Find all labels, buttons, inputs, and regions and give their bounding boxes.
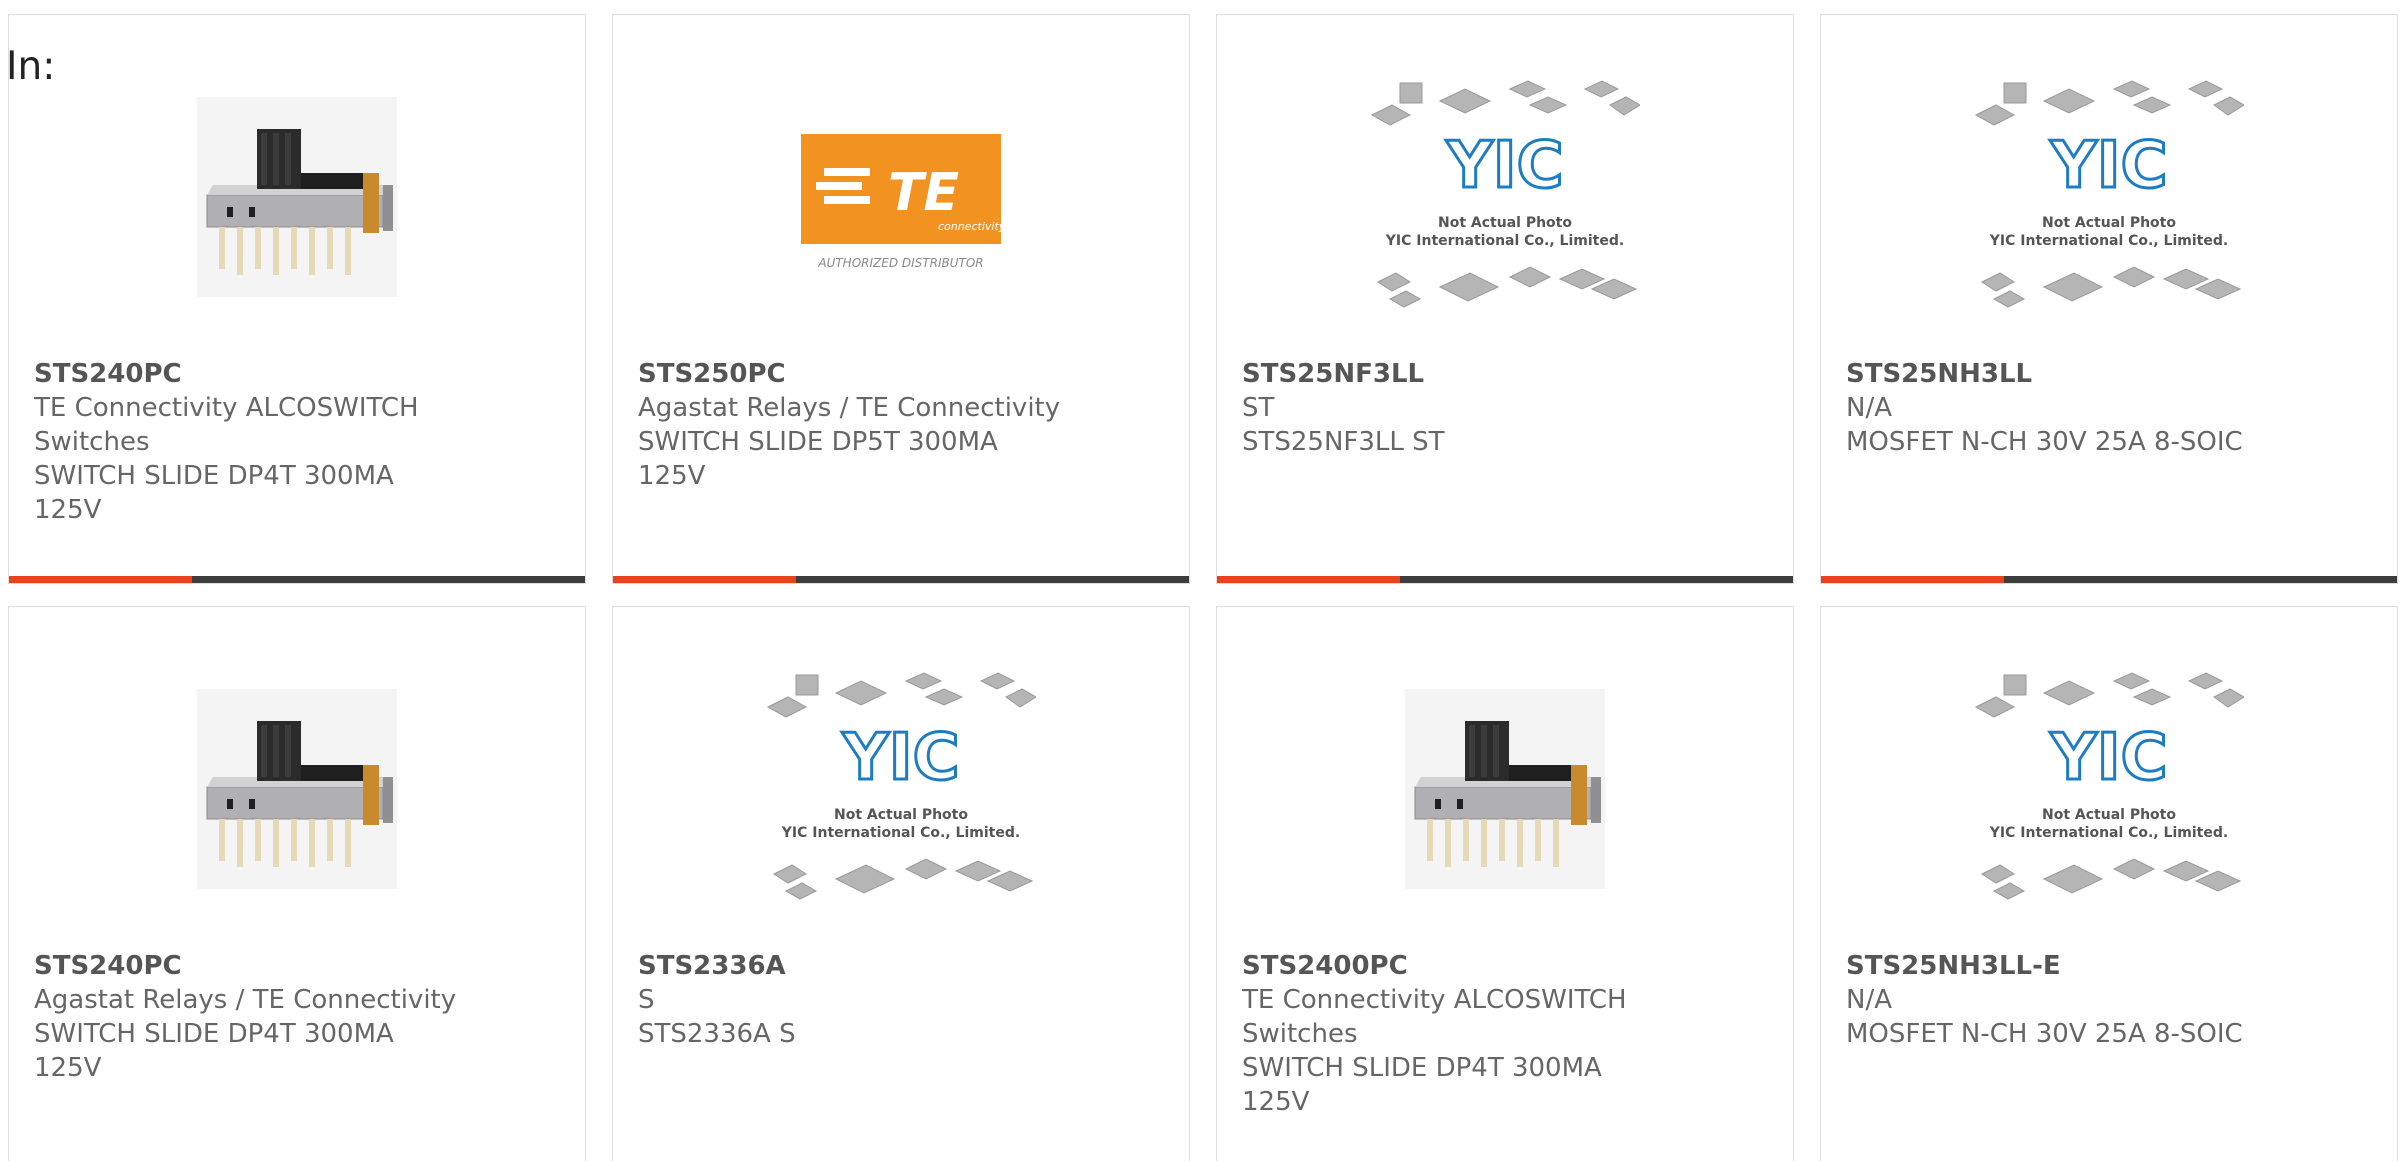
part-number[interactable]: STS25NH3LL — [1846, 357, 2377, 391]
product-card[interactable]: YIC Not Actual Photo YIC International C… — [1820, 14, 2398, 584]
product-results-page: In: STS240PC TE Connectivity ALCOSWITCH … — [0, 0, 2400, 1161]
yic-logo-text: YIC — [2049, 721, 2167, 795]
part-number[interactable]: STS2336A — [638, 949, 1169, 983]
card-bottom-bar — [1821, 576, 2397, 583]
card-bottom-accent — [1821, 576, 2004, 583]
description: STS25NF3LL ST — [1242, 427, 1445, 457]
placeholder-caption-2: YIC International Co., Limited. — [1385, 233, 1624, 249]
product-info: STS25NH3LL N/A MOSFET N-CH 30V 25A 8-SOI… — [1846, 357, 2377, 459]
part-number[interactable]: STS250PC — [638, 357, 1169, 391]
card-bottom-bar — [613, 576, 1189, 583]
product-info: STS240PC TE Connectivity ALCOSWITCH Swit… — [34, 357, 565, 527]
manufacturer: ST — [1242, 393, 1275, 423]
te-connectivity-logo: TE connectivity AUTHORIZED DISTRIBUTOR — [801, 134, 1006, 270]
product-card[interactable]: YIC Not Actual Photo YIC International C… — [612, 606, 1190, 1161]
placeholder-caption-2: YIC International Co., Limited. — [1989, 825, 2228, 841]
product-info: STS2336A S STS2336A S — [638, 949, 1169, 1051]
part-number[interactable]: STS240PC — [34, 357, 565, 391]
placeholder-caption-1: Not Actual Photo — [2042, 807, 2176, 823]
card-bottom-bar — [9, 576, 585, 583]
manufacturer: S — [638, 985, 655, 1015]
product-info: STS2400PC TE Connectivity ALCOSWITCH Swi… — [1242, 949, 1773, 1119]
manufacturer: Agastat Relays / TE Connectivity — [34, 985, 457, 1015]
slide-switch-photo — [197, 97, 397, 297]
te-tagline-text: AUTHORIZED DISTRIBUTOR — [817, 256, 983, 270]
product-image[interactable]: YIC Not Actual Photo YIC International C… — [1821, 77, 2397, 317]
card-bottom-accent — [613, 576, 796, 583]
description: STS2336A S — [638, 1019, 796, 1049]
product-info: STS250PC Agastat Relays / TE Connectivit… — [638, 357, 1169, 493]
product-image[interactable] — [9, 77, 585, 317]
product-card[interactable]: TE connectivity AUTHORIZED DISTRIBUTOR S… — [612, 14, 1190, 584]
product-image[interactable] — [1217, 669, 1793, 909]
placeholder-caption-2: YIC International Co., Limited. — [1989, 233, 2228, 249]
product-grid: STS240PC TE Connectivity ALCOSWITCH Swit… — [8, 14, 2398, 1161]
product-image[interactable]: YIC Not Actual Photo YIC International C… — [1217, 77, 1793, 317]
part-number[interactable]: STS240PC — [34, 949, 565, 983]
placeholder-caption-2: YIC International Co., Limited. — [781, 825, 1020, 841]
placeholder-caption-1: Not Actual Photo — [834, 807, 968, 823]
yic-placeholder-image: YIC Not Actual Photo YIC International C… — [1974, 672, 2244, 900]
manufacturer: N/A — [1846, 393, 1892, 423]
placeholder-caption-1: Not Actual Photo — [2042, 215, 2176, 231]
description: MOSFET N-CH 30V 25A 8-SOIC — [1846, 1019, 2243, 1049]
yic-placeholder-image: YIC Not Actual Photo YIC International C… — [1974, 80, 2244, 308]
product-info: STS240PC Agastat Relays / TE Connectivit… — [34, 949, 565, 1085]
description: SWITCH SLIDE DP4T 300MA 125V — [34, 1019, 394, 1083]
in-label: In: — [6, 44, 56, 89]
manufacturer: TE Connectivity ALCOSWITCH Switches — [34, 393, 419, 457]
part-number[interactable]: STS25NF3LL — [1242, 357, 1773, 391]
te-sub-text: connectivity — [938, 220, 1006, 233]
part-number[interactable]: STS25NH3LL-E — [1846, 949, 2377, 983]
slide-switch-photo — [197, 689, 397, 889]
yic-placeholder-image: YIC Not Actual Photo YIC International C… — [766, 672, 1036, 900]
product-image[interactable]: YIC Not Actual Photo YIC International C… — [613, 669, 1189, 909]
yic-logo-text: YIC — [841, 721, 959, 795]
card-bottom-accent — [1217, 576, 1400, 583]
slide-switch-photo — [1405, 689, 1605, 889]
description: MOSFET N-CH 30V 25A 8-SOIC — [1846, 427, 2243, 457]
yic-logo-text: YIC — [2049, 129, 2167, 203]
yic-logo-text: YIC — [1445, 129, 1563, 203]
product-card[interactable]: STS2400PC TE Connectivity ALCOSWITCH Swi… — [1216, 606, 1794, 1161]
yic-placeholder-image: YIC Not Actual Photo YIC International C… — [1370, 80, 1640, 308]
card-bottom-accent — [9, 576, 192, 583]
description: SWITCH SLIDE DP4T 300MA 125V — [34, 461, 394, 525]
manufacturer: Agastat Relays / TE Connectivity — [638, 393, 1061, 423]
product-card[interactable]: STS240PC Agastat Relays / TE Connectivit… — [8, 606, 586, 1161]
manufacturer: N/A — [1846, 985, 1892, 1015]
product-info: STS25NH3LL-E N/A MOSFET N-CH 30V 25A 8-S… — [1846, 949, 2377, 1051]
description: SWITCH SLIDE DP5T 300MA 125V — [638, 427, 998, 491]
placeholder-caption-1: Not Actual Photo — [1438, 215, 1572, 231]
product-card[interactable]: YIC Not Actual Photo YIC International C… — [1820, 606, 2398, 1161]
te-brand-text: TE — [888, 163, 959, 223]
description: SWITCH SLIDE DP4T 300MA 125V — [1242, 1053, 1602, 1117]
product-card[interactable]: STS240PC TE Connectivity ALCOSWITCH Swit… — [8, 14, 586, 584]
card-bottom-bar — [1217, 576, 1793, 583]
part-number[interactable]: STS2400PC — [1242, 949, 1773, 983]
manufacturer: TE Connectivity ALCOSWITCH Switches — [1242, 985, 1627, 1049]
product-card[interactable]: YIC Not Actual Photo YIC International C… — [1216, 14, 1794, 584]
product-image[interactable]: YIC Not Actual Photo YIC International C… — [1821, 669, 2397, 909]
product-info: STS25NF3LL ST STS25NF3LL ST — [1242, 357, 1773, 459]
product-image[interactable] — [9, 669, 585, 909]
product-image[interactable]: TE connectivity AUTHORIZED DISTRIBUTOR — [613, 77, 1189, 317]
